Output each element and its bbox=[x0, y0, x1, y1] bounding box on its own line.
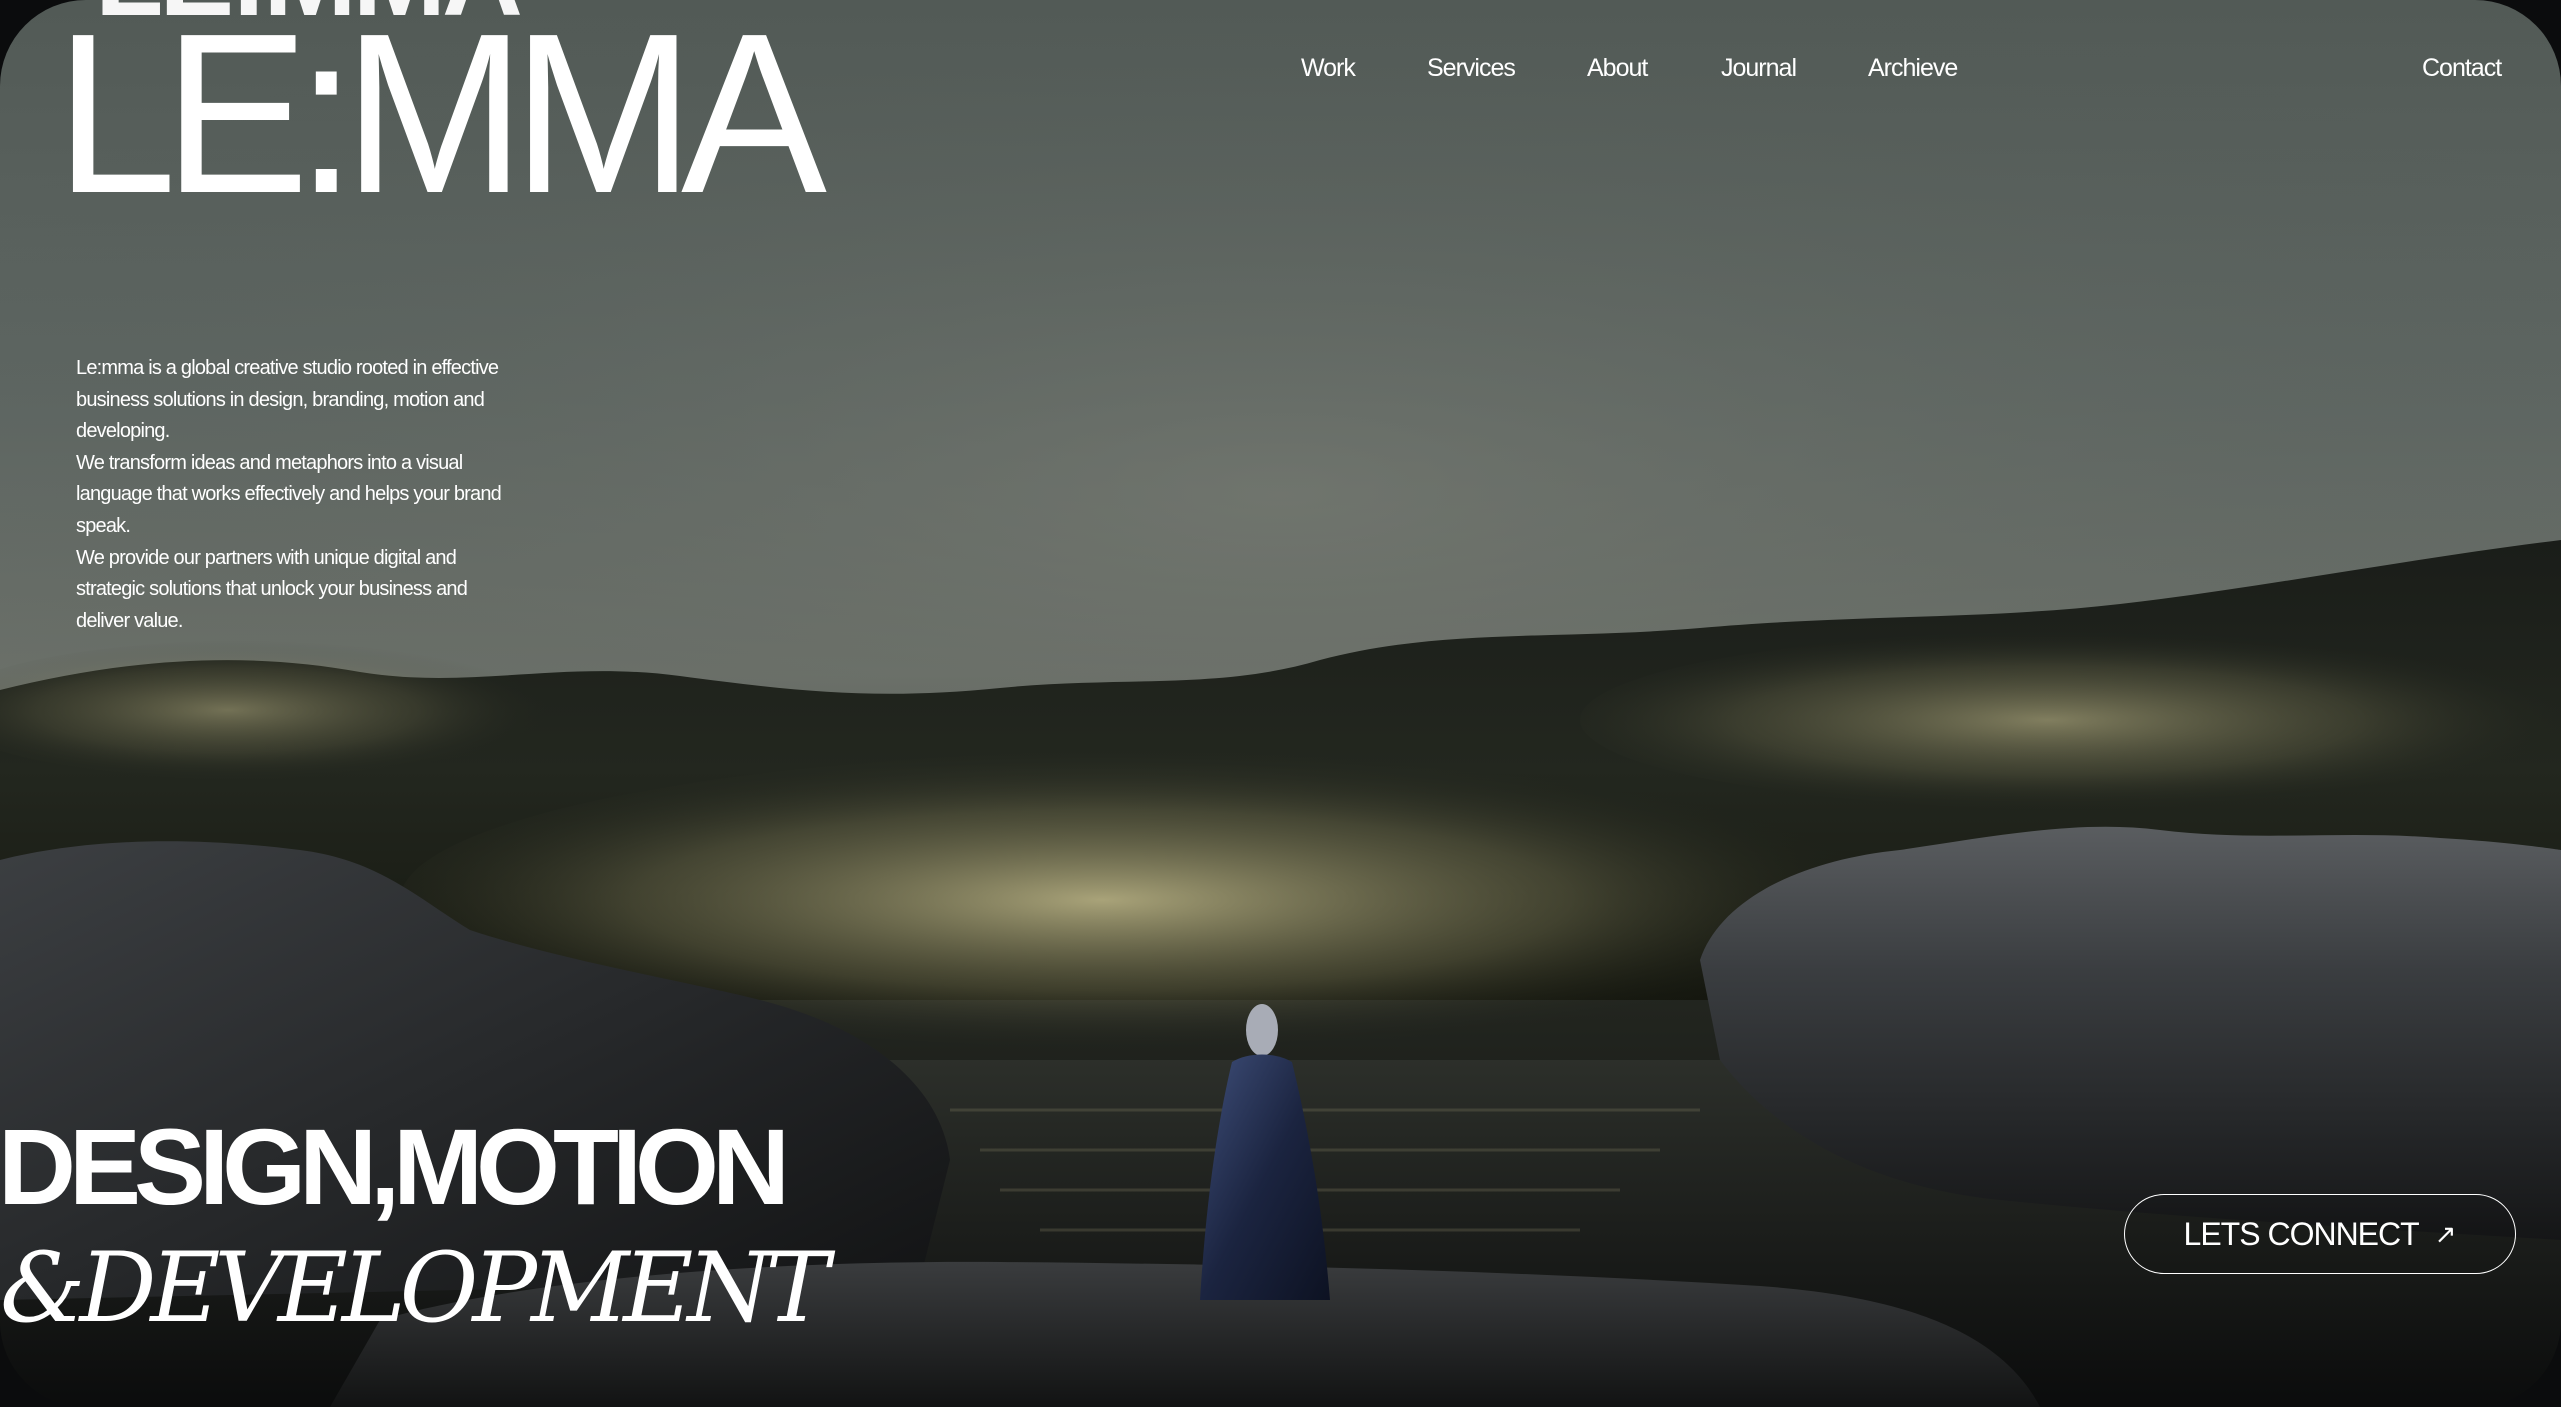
nav-link-work[interactable]: Work bbox=[1301, 54, 1356, 83]
main-navigation: Work Services About Journal Archieve Con… bbox=[0, 54, 2561, 88]
studio-intro: Le:mma is a global creative studio roote… bbox=[76, 353, 521, 637]
brand-logo[interactable]: LE:MMA bbox=[55, 0, 827, 228]
intro-paragraph: Le:mma is a global creative studio roote… bbox=[76, 357, 499, 443]
lets-connect-button[interactable]: LETS CONNECT ↗ bbox=[2124, 1194, 2516, 1274]
nav-link-contact[interactable]: Contact bbox=[2422, 54, 2502, 83]
arrow-up-right-icon: ↗ bbox=[2434, 1219, 2457, 1249]
nav-link-journal[interactable]: Journal bbox=[1721, 54, 1797, 83]
lets-connect-label: LETS CONNECT bbox=[2183, 1215, 2420, 1252]
headline-development: &DEVELOPMENT bbox=[0, 1232, 829, 1344]
nav-link-about[interactable]: About bbox=[1587, 54, 1648, 83]
headline-design-motion: DESIGN,MOTION bbox=[0, 1106, 790, 1227]
intro-paragraph: We provide our partners with unique digi… bbox=[76, 546, 468, 632]
intro-paragraph: We transform ideas and metaphors into a … bbox=[76, 451, 502, 537]
nav-link-services[interactable]: Services bbox=[1427, 54, 1516, 83]
nav-link-archieve[interactable]: Archieve bbox=[1868, 54, 1958, 83]
hero-section: LE:MMA LE:MMA Work Services About Journa… bbox=[0, 0, 2561, 1407]
